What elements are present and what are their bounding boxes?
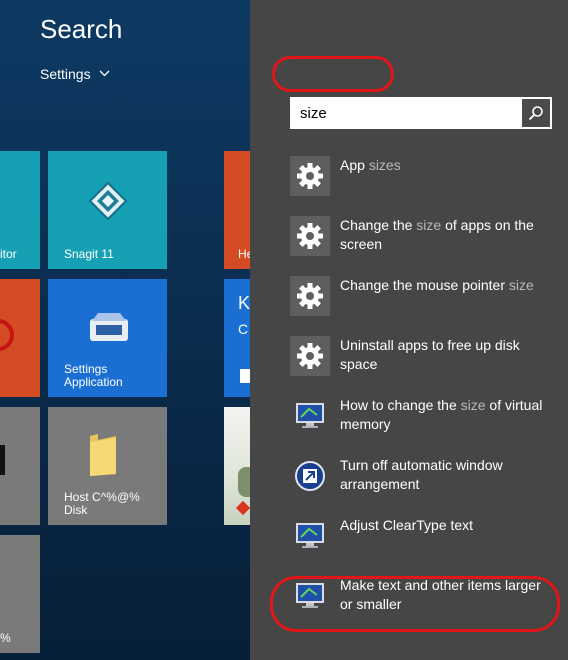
result-text: Change the mouse pointer [340,277,509,293]
tile-icon [240,369,250,383]
result-text: Turn off automatic window arrangement [340,457,503,492]
dark-icon [0,445,5,475]
search-result-item[interactable]: Change the size of apps on the screen [288,212,558,260]
result-text: How to change the [340,397,461,413]
tile-partial-2[interactable] [0,279,40,397]
search-result-item[interactable]: Adjust ClearType text [288,512,558,560]
tile-label: He [238,247,250,261]
red-circle-icon [0,319,14,351]
gear-icon [290,156,330,196]
tile-settings-application[interactable]: Settings Application [48,279,167,397]
search-scope-dropdown[interactable]: Settings [40,66,110,82]
flower-icon [238,467,250,497]
settings-app-icon [90,313,128,341]
monitor-icon [290,396,330,436]
search-result-label: Turn off automatic window arrangement [340,456,556,494]
tile-partial-4[interactable]: % [0,535,40,653]
highlight-circle-scope [272,56,394,92]
query-match-text: size [416,217,442,233]
window-arrangement-icon [290,456,330,496]
tile-snagit[interactable]: Snagit 11 [48,151,167,269]
charm-title: Search [40,14,123,44]
magnifier-icon [528,106,543,121]
query-match-text: size [508,277,534,293]
tile-partial-right-2[interactable]: K C [224,279,250,397]
result-text: Uninstall apps to free up disk space [340,337,520,372]
search-result-item[interactable]: Uninstall apps to free up disk space [288,332,558,380]
search-result-item[interactable]: Turn off automatic window arrangement [288,452,558,500]
monitor-icon [290,516,330,556]
tile-label: itor [0,247,17,261]
highlight-circle-result [270,576,560,632]
search-result-item[interactable]: Change the mouse pointer size [288,272,558,320]
search-result-item[interactable]: App sizes [288,152,558,200]
folder-icon [90,434,116,476]
result-text: Change the [340,217,417,233]
tile-partial-right-1[interactable]: He [224,151,250,269]
start-screen: itor % Snagit 11 Settings Application Ho… [0,0,250,660]
scope-label: Settings [40,66,91,82]
search-result-label: Adjust ClearType text [340,516,556,535]
tile-label: Settings Application [64,362,123,389]
query-match-text: size [460,397,486,413]
search-result-label: Change the mouse pointer size [340,276,556,295]
gear-icon [290,276,330,316]
search-result-item[interactable]: How to change the size of virtual memory [288,392,558,440]
tile-label: % [0,631,11,645]
result-text: Adjust ClearType text [340,517,474,533]
search-result-label: Change the size of apps on the screen [340,216,556,254]
search-button[interactable] [522,99,550,127]
red-mark-icon [235,500,250,516]
tile-letter-k: K [238,293,250,313]
tile-partial-right-3[interactable] [224,407,250,525]
query-match-text: sizes [368,157,401,173]
tile-label: Snagit 11 [64,247,114,261]
tile-letter-c: C [238,321,249,337]
tile-label: Host C^%@% Disk [64,490,140,517]
search-result-label: How to change the size of virtual memory [340,396,556,434]
chevron-down-icon [99,68,110,80]
search-box [290,97,552,129]
snagit-icon [88,181,128,221]
result-text: App [340,157,369,173]
search-result-label: App sizes [340,156,556,175]
search-input[interactable] [290,97,524,129]
gear-icon [290,216,330,256]
tile-partial-3[interactable] [0,407,40,525]
tile-partial-1[interactable]: itor [0,151,40,269]
search-result-label: Uninstall apps to free up disk space [340,336,556,374]
tile-host-disk[interactable]: Host C^%@% Disk [48,407,167,525]
gear-icon [290,336,330,376]
